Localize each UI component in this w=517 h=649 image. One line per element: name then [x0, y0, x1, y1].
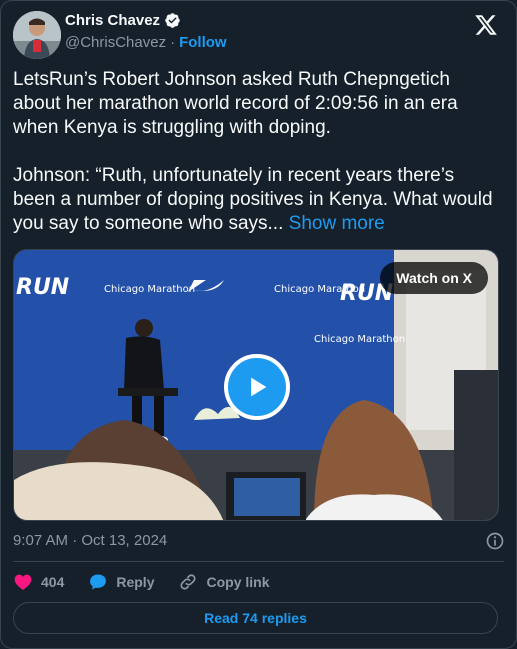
avatar[interactable] — [13, 11, 61, 59]
copy-link-button[interactable]: Copy link — [178, 572, 270, 592]
tweet-header: Chris Chavez @ChrisChavez · Follow — [13, 11, 504, 59]
play-icon — [251, 377, 267, 397]
backdrop-text: Chicago Marathon — [314, 334, 405, 345]
backdrop-text: RUN — [16, 275, 69, 300]
tweet-body: LetsRun’s Robert Johnson asked Ruth Chep… — [13, 69, 493, 234]
author-name-row: Chris Chavez — [65, 12, 181, 29]
reply-label: Reply — [116, 574, 155, 590]
reply-button[interactable]: Reply — [88, 572, 154, 592]
tweet-timestamp[interactable]: 9:07 AM · Oct 13, 2024 — [13, 532, 167, 549]
verified-badge-icon — [165, 13, 180, 28]
link-icon — [180, 574, 197, 590]
author-handle[interactable]: @ChrisChavez — [65, 34, 166, 51]
heart-icon — [14, 574, 32, 590]
copy-link-label: Copy link — [206, 574, 270, 590]
x-logo-icon[interactable] — [474, 13, 498, 37]
divider — [13, 561, 504, 562]
play-button[interactable] — [224, 354, 290, 420]
show-more-link[interactable]: Show more — [289, 213, 385, 234]
action-bar: 404 Reply Copy link — [13, 569, 270, 595]
info-icon[interactable] — [485, 531, 505, 551]
follow-button[interactable]: Follow — [179, 34, 227, 51]
backdrop-text: Chicago Marathon — [104, 284, 195, 295]
like-count: 404 — [41, 574, 65, 590]
author-name[interactable]: Chris Chavez — [65, 12, 160, 29]
tweet-card: Chris Chavez @ChrisChavez · Follow LetsR… — [0, 0, 517, 649]
author-handle-row: @ChrisChavez · Follow — [65, 34, 227, 51]
watch-on-x-button[interactable]: Watch on X — [380, 262, 488, 294]
like-button[interactable]: 404 — [13, 572, 64, 592]
read-replies-button[interactable]: Read 74 replies — [13, 602, 498, 634]
separator: · — [170, 34, 176, 51]
tweet-text: LetsRun’s Robert Johnson asked Ruth Chep… — [13, 68, 493, 236]
reply-bubble-icon — [90, 574, 107, 590]
video-player[interactable]: RUN Chicago Marathon Chicago Marathon Ch… — [13, 249, 499, 521]
